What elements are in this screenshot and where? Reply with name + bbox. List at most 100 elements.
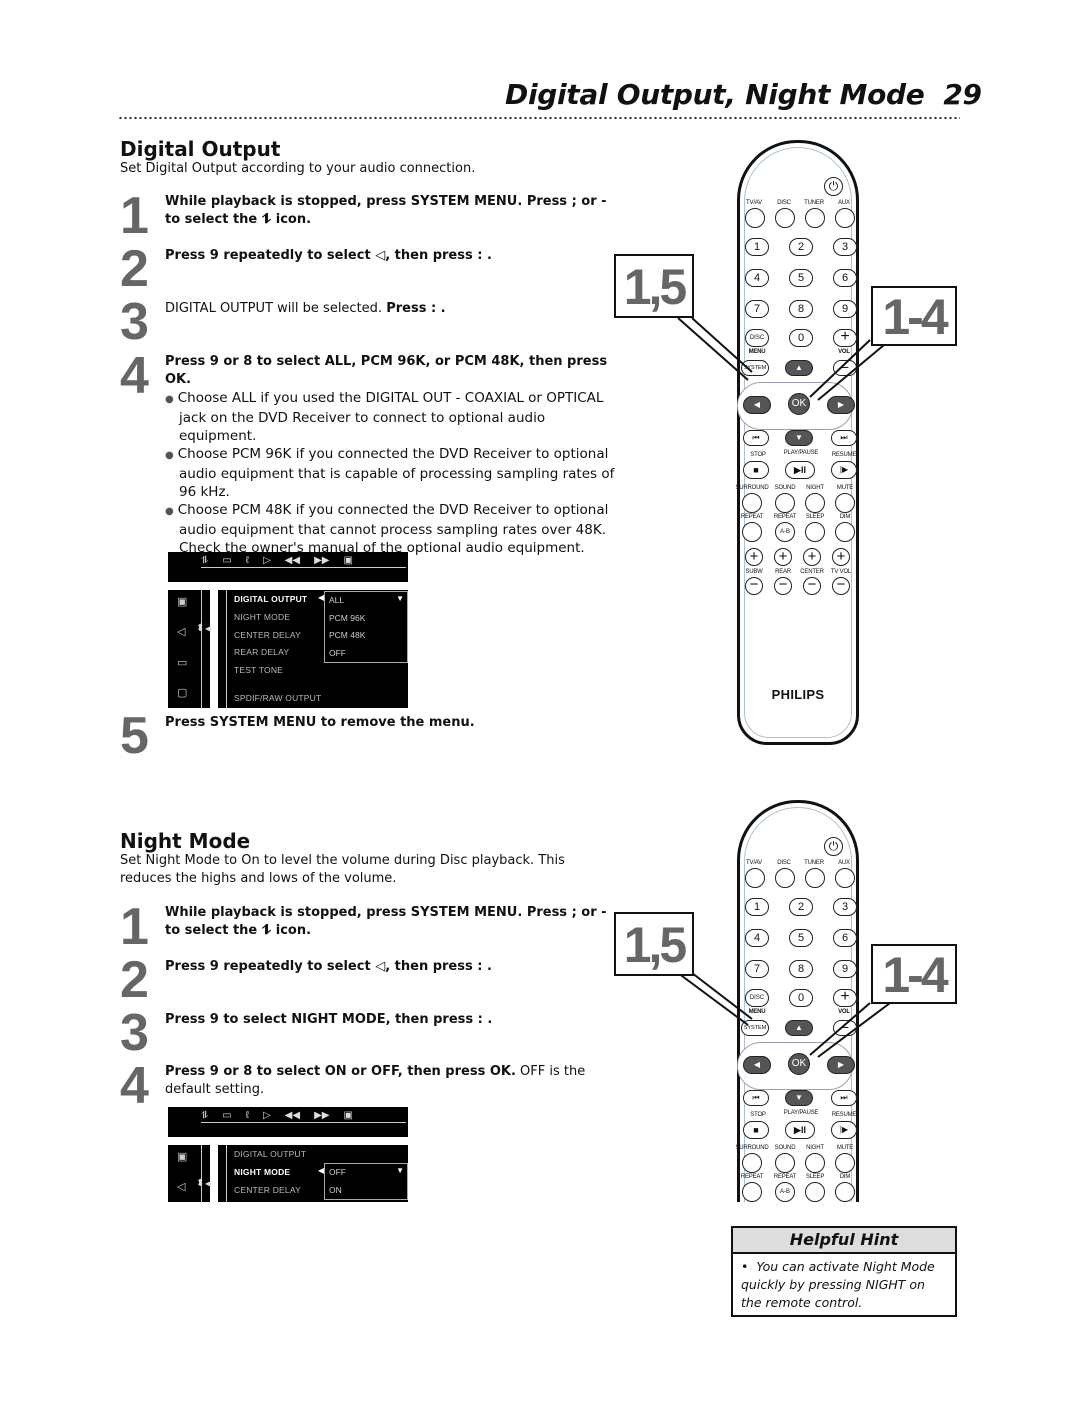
next-button[interactable]: ⏭ — [831, 1090, 857, 1106]
function-button-sleep[interactable] — [805, 1182, 825, 1202]
function-button-mute[interactable] — [835, 493, 855, 513]
function-button-sound[interactable] — [775, 1153, 795, 1173]
osd-option[interactable]: OFF — [325, 1164, 407, 1182]
source-button-aux[interactable] — [835, 208, 855, 228]
transport-label: PLAY/PAUSE — [783, 1110, 819, 1116]
forward-icon: ▶▶ — [314, 1110, 330, 1121]
source-label: TV/AV — [746, 200, 762, 206]
stop-button[interactable]: ■ — [743, 461, 769, 479]
level-up-button[interactable]: + — [832, 548, 850, 566]
osd-menu-digital-output: ⥮ ▭ ℓ ▷ ◀◀ ▶▶ ▣ ▣ ◁ ▭ ▢ ⬍ ◀ DIGITAL OUTP… — [168, 552, 408, 708]
source-button-disc[interactable] — [775, 208, 795, 228]
step-text: Press 9 to select NIGHT MODE, then press… — [165, 1012, 493, 1027]
source-button-tuner[interactable] — [805, 208, 825, 228]
level-down-button[interactable]: − — [803, 577, 821, 595]
source-button-aux[interactable] — [835, 868, 855, 888]
next-button[interactable]: ⏭ — [831, 430, 857, 446]
stop-button[interactable]: ■ — [743, 1121, 769, 1139]
function-button-repeat[interactable]: A-B — [775, 1182, 795, 1202]
source-button-disc[interactable] — [775, 868, 795, 888]
level-down-button[interactable]: − — [745, 577, 763, 595]
osd-options-dropdown[interactable]: OFF ON — [324, 1163, 408, 1200]
osd-item[interactable]: NIGHT MODE — [234, 612, 290, 622]
function-label: SOUND — [774, 1145, 796, 1151]
function-button-dim[interactable] — [835, 522, 855, 542]
down-button[interactable]: ▼ — [785, 1090, 813, 1106]
function-button-repeat[interactable] — [742, 522, 762, 542]
power-button[interactable]: ⏻ — [824, 837, 843, 856]
step-text: Press SYSTEM MENU to remove the menu. — [165, 715, 475, 730]
osd-item[interactable]: CENTER DELAY — [234, 1185, 301, 1195]
function-button-repeat[interactable]: A-B — [775, 522, 795, 542]
level-up-button[interactable]: + — [774, 548, 792, 566]
source-button-tvav[interactable] — [745, 868, 765, 888]
play-pause-button[interactable]: ▶II — [785, 461, 815, 479]
previous-button[interactable]: ⏮ — [743, 430, 769, 446]
function-button-repeat[interactable] — [742, 1182, 762, 1202]
updown-arrow-icon: ⬍ — [196, 623, 205, 634]
function-button-surround[interactable] — [742, 1153, 762, 1173]
resume-button[interactable]: |▶ — [831, 461, 857, 479]
step-text: Press 9 repeatedly to select ◁, then pre… — [165, 248, 492, 263]
bullet-icon: • — [741, 1259, 749, 1274]
header-divider — [118, 116, 960, 120]
osd-options-dropdown[interactable]: ALL PCM 96K PCM 48K OFF — [324, 591, 408, 663]
callout-steps-1-4: 1-4 — [871, 944, 957, 1004]
left-arrow-icon: ◀ — [205, 1179, 212, 1188]
page-title: Digital Output, Night Mode 29 — [505, 78, 982, 111]
level-up-button[interactable]: + — [745, 548, 763, 566]
level-down-button[interactable]: − — [832, 577, 850, 595]
function-button-night[interactable] — [805, 493, 825, 513]
power-button[interactable]: ⏻ — [824, 177, 843, 196]
previous-button[interactable]: ⏮ — [743, 1090, 769, 1106]
function-button-sound[interactable] — [775, 493, 795, 513]
osd-item-selected[interactable]: DIGITAL OUTPUT — [234, 594, 307, 604]
display-icon: ▣ — [343, 1110, 353, 1121]
function-button-dim[interactable] — [835, 1182, 855, 1202]
level-down-button[interactable]: − — [774, 577, 792, 595]
function-button-surround[interactable] — [742, 493, 762, 513]
source-button-tuner[interactable] — [805, 868, 825, 888]
step-text-bold: Press 9 or 8 to select ON or OFF, then p… — [165, 1064, 516, 1079]
step-text: While playback is stopped, press SYSTEM … — [165, 194, 607, 227]
osd-option[interactable]: PCM 48K — [325, 627, 407, 645]
osd-option[interactable]: ALL — [325, 592, 407, 610]
section-intro: Set Digital Output according to your aud… — [120, 161, 476, 176]
osd-item-selected[interactable]: NIGHT MODE — [234, 1167, 290, 1177]
osd-item[interactable]: DIGITAL OUTPUT — [234, 1149, 306, 1159]
function-button-sleep[interactable] — [805, 522, 825, 542]
subtitle-icon: ▭ — [222, 1110, 232, 1121]
down-button[interactable]: ▼ — [785, 430, 813, 446]
osd-item[interactable]: CENTER DELAY — [234, 630, 301, 640]
speaker-icon: ◁ — [177, 1181, 186, 1193]
leader-line — [809, 339, 871, 398]
level-up-button[interactable]: + — [803, 548, 821, 566]
subtitle-icon: ▭ — [222, 555, 232, 566]
step-number: 5 — [120, 707, 149, 765]
osd-item[interactable]: TEST TONE — [234, 665, 283, 675]
preferences-icon: ▢ — [177, 687, 188, 699]
remote-buttons: ⏻ TV/AV DISC TUNER AUX 1 2 3 4 5 6 7 8 9 DISC 0 + MENU VOL… — [735, 140, 859, 745]
function-label: NIGHT — [806, 1145, 824, 1151]
leader-line — [691, 972, 753, 1020]
speaker-icon: ◁ — [177, 626, 186, 638]
osd-tab-bar: ⥮ ▭ ℓ ▷ ◀◀ ▶▶ ▣ — [168, 552, 408, 582]
osd-settings-panel: DIGITAL OUTPUT NIGHT MODE CENTER DELAY R… — [218, 590, 408, 708]
language-icon: ▭ — [177, 657, 188, 669]
step-text: DIGITAL OUTPUT will be selected. Press :… — [165, 300, 615, 318]
osd-option[interactable]: ON — [325, 1182, 407, 1200]
source-label: TV/AV — [746, 860, 762, 866]
osd-option[interactable]: OFF — [325, 645, 407, 663]
resume-button[interactable]: |▶ — [831, 1121, 857, 1139]
picture-icon: ▣ — [177, 596, 188, 608]
function-button-night[interactable] — [805, 1153, 825, 1173]
bullet-item: Choose PCM 96K if you connected the DVD … — [165, 445, 615, 501]
leader-line — [691, 317, 753, 373]
step-text: While playback is stopped, press SYSTEM … — [165, 905, 607, 938]
function-button-mute[interactable] — [835, 1153, 855, 1173]
osd-item[interactable]: REAR DELAY — [234, 647, 289, 657]
source-button-tvav[interactable] — [745, 208, 765, 228]
osd-option[interactable]: PCM 96K — [325, 610, 407, 628]
play-pause-button[interactable]: ▶II — [785, 1121, 815, 1139]
function-label: SLEEP — [805, 514, 825, 520]
